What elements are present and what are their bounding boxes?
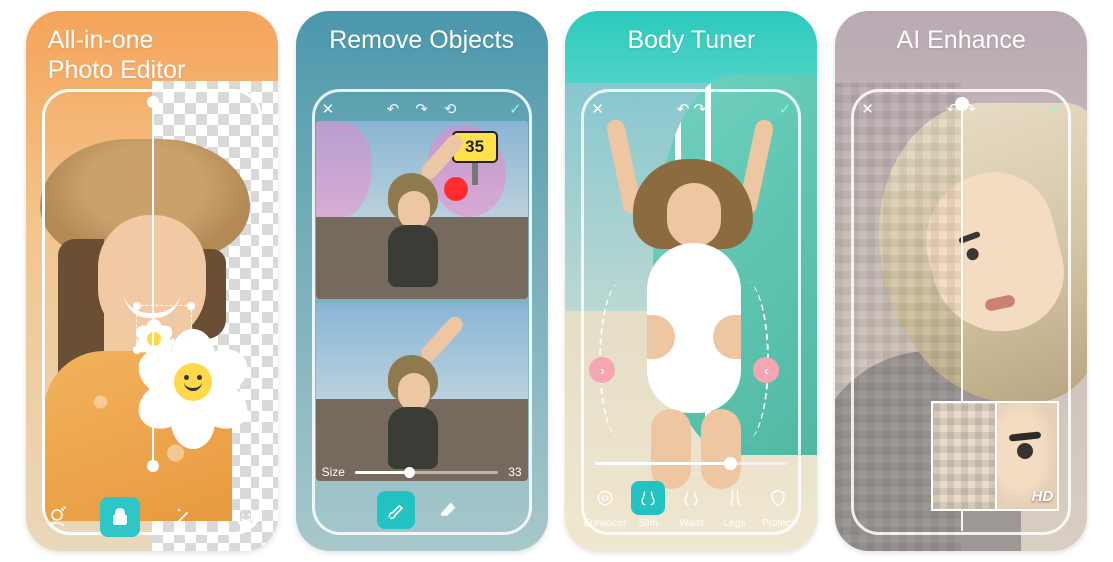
card-title: AI Enhance xyxy=(835,25,1087,55)
inset-before xyxy=(933,403,995,509)
tool-face-retouch[interactable] xyxy=(37,497,77,537)
tool-label: Protect xyxy=(762,518,794,529)
undo-icon[interactable]: ↶ xyxy=(387,100,400,118)
brush-size-slider[interactable]: Size 33 xyxy=(322,465,522,479)
bottom-toolbar xyxy=(26,483,278,551)
reset-icon[interactable]: ⟲ xyxy=(444,100,457,118)
close-icon[interactable]: ✕ xyxy=(861,100,874,118)
tool-protect[interactable]: Protect xyxy=(756,481,799,529)
tool-eraser[interactable] xyxy=(429,491,467,529)
redo-icon[interactable]: ↷ xyxy=(693,101,706,118)
photo-before: 35 xyxy=(316,121,528,299)
subject-person xyxy=(374,355,450,467)
scene xyxy=(26,11,278,551)
tool-magic-wand[interactable] xyxy=(163,497,203,537)
card-title: All-in-one Photo Editor xyxy=(26,25,278,85)
screenshot-all-in-one: All-in-one Photo Editor Remove BG xyxy=(26,11,278,551)
card-title: Body Tuner xyxy=(565,25,817,55)
screenshot-remove-objects: Remove Objects ✕ ↶ ↷ ⟲ ✓ 35 xyxy=(296,11,548,551)
tool-enhancer[interactable]: Enhancer xyxy=(583,481,626,529)
inset-divider xyxy=(995,403,997,509)
size-label: Size xyxy=(322,465,345,479)
undo-icon[interactable]: ↶ xyxy=(677,101,690,118)
tool-slim[interactable]: Slim xyxy=(627,481,670,529)
tool-label: Legs xyxy=(724,518,746,529)
editor-top-bar: ✕ ↶ ↷ ✓ xyxy=(861,99,1061,119)
editor-top-bar: ✕ ↶ ↷ ✓ xyxy=(591,99,791,119)
slider-track[interactable] xyxy=(355,471,498,474)
intensity-slider[interactable] xyxy=(595,462,787,465)
card-title: Remove Objects xyxy=(296,25,548,55)
redo-icon[interactable]: ↷ xyxy=(415,100,428,118)
tool-stickers[interactable] xyxy=(226,497,266,537)
editor-top-bar: ✕ ↶ ↷ ⟲ ✓ xyxy=(322,99,522,119)
screenshot-ai-enhance: AI Enhance ✕ ↶ ↷ ✓ HD xyxy=(835,11,1087,551)
photo-after xyxy=(316,303,528,481)
tool-legs[interactable]: Legs xyxy=(713,481,756,529)
before-after-stack: 35 xyxy=(316,121,528,481)
slider-knob[interactable] xyxy=(724,457,737,470)
close-icon[interactable]: ✕ xyxy=(591,100,604,118)
remove-tools xyxy=(296,491,548,529)
tool-remove-bg[interactable] xyxy=(100,497,140,537)
tool-label: Waist xyxy=(679,518,704,529)
tool-brush[interactable] xyxy=(377,491,415,529)
redo-icon[interactable]: ↷ xyxy=(963,101,976,118)
close-icon[interactable]: ✕ xyxy=(322,100,335,118)
apply-icon[interactable]: ✓ xyxy=(1049,100,1062,118)
tool-label: Slim xyxy=(638,518,657,529)
size-value: 33 xyxy=(508,465,521,479)
screenshot-body-tuner: › ‹ Body Tuner ✕ ↶ ↷ ✓ Enhancer Slim Wai… xyxy=(565,11,817,551)
flower-sticker[interactable] xyxy=(146,335,240,429)
tool-label: Enhancer xyxy=(584,518,627,529)
slider-knob[interactable] xyxy=(404,467,415,478)
subject-person xyxy=(374,173,450,285)
compare-divider[interactable] xyxy=(152,97,154,471)
body-tools: Enhancer Slim Waist Legs Protect xyxy=(565,481,817,529)
undo-icon[interactable]: ↶ xyxy=(947,101,960,118)
hd-badge: HD xyxy=(1032,488,1054,505)
apply-icon[interactable]: ✓ xyxy=(509,100,522,118)
tool-waist[interactable]: Waist xyxy=(670,481,713,529)
apply-icon[interactable]: ✓ xyxy=(779,100,792,118)
